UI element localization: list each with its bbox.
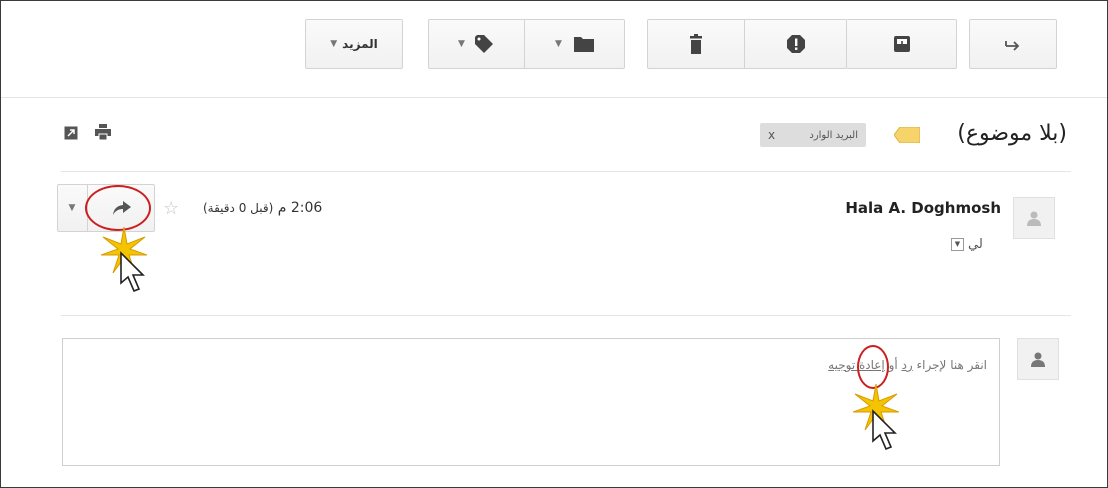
chip-label: البريد الوارد bbox=[809, 129, 858, 141]
new-window-icon[interactable] bbox=[64, 125, 78, 144]
reply-prompt-text: انقر هنا لإجراء bbox=[916, 358, 987, 372]
print-icon[interactable] bbox=[95, 124, 111, 144]
delete-button[interactable] bbox=[647, 19, 745, 69]
recipient-label: لي bbox=[968, 237, 983, 252]
person-icon bbox=[1027, 211, 1041, 226]
exclamation-icon bbox=[786, 35, 805, 53]
more-label: المزيد bbox=[342, 37, 378, 51]
message-divider bbox=[61, 315, 1071, 316]
folder-icon bbox=[573, 37, 594, 52]
my-avatar bbox=[1017, 338, 1059, 380]
arrow-right-icon bbox=[1005, 41, 1020, 51]
chevron-down-icon: ▼ bbox=[555, 39, 562, 49]
trash-icon bbox=[690, 34, 702, 54]
more-actions-dropdown[interactable]: ▼ bbox=[57, 184, 88, 232]
gmail-conversation-view: ▼ ▼ ▼ المزيد (بلا موضوع) x البريد الوارد… bbox=[0, 0, 1108, 488]
subject-divider bbox=[61, 171, 1071, 172]
archive-button[interactable] bbox=[969, 19, 1057, 69]
sender-name[interactable]: Hala A. Doghmosh bbox=[845, 199, 1001, 217]
person-icon bbox=[1031, 352, 1045, 367]
star-icon[interactable]: ☆ bbox=[163, 198, 179, 219]
report-spam-button[interactable] bbox=[745, 19, 847, 69]
highlight-circle bbox=[85, 185, 151, 231]
cursor-pointer-icon bbox=[871, 409, 897, 457]
archive-box-button[interactable] bbox=[847, 19, 957, 69]
chevron-down-icon: ▼ bbox=[458, 39, 465, 49]
message-time: 2:06 م (قبل 0 دقيقة) bbox=[203, 200, 322, 216]
reply-prompt: انقر هنا لإجراء رد أو إعادة توجيه bbox=[828, 358, 987, 372]
highlight-circle bbox=[857, 345, 889, 389]
archive-icon bbox=[893, 36, 910, 52]
label-marker-icon bbox=[893, 126, 921, 144]
chip-close-button[interactable]: x bbox=[768, 128, 775, 142]
details-toggle[interactable]: ▼ bbox=[951, 238, 964, 251]
labels-button[interactable]: ▼ bbox=[428, 19, 525, 69]
cursor-pointer-icon bbox=[119, 251, 145, 299]
chevron-down-icon: ▼ bbox=[330, 39, 338, 49]
time-value: 2:06 م bbox=[277, 200, 323, 216]
recipient-row: ▼ لي bbox=[951, 237, 983, 252]
toolbar-divider bbox=[1, 97, 1107, 98]
relative-time: (قبل 0 دقيقة) bbox=[203, 201, 274, 215]
reply-link[interactable]: رد bbox=[902, 358, 913, 372]
inbox-label-chip: x البريد الوارد bbox=[760, 123, 866, 147]
sender-avatar[interactable] bbox=[1013, 197, 1055, 239]
move-to-button[interactable]: ▼ bbox=[525, 19, 625, 69]
reply-or: أو bbox=[888, 358, 898, 372]
chevron-down-icon: ▼ bbox=[68, 203, 76, 213]
subject-title: (بلا موضوع) bbox=[957, 121, 1067, 146]
more-button[interactable]: ▼ المزيد bbox=[305, 19, 403, 69]
tag-icon bbox=[474, 35, 493, 53]
